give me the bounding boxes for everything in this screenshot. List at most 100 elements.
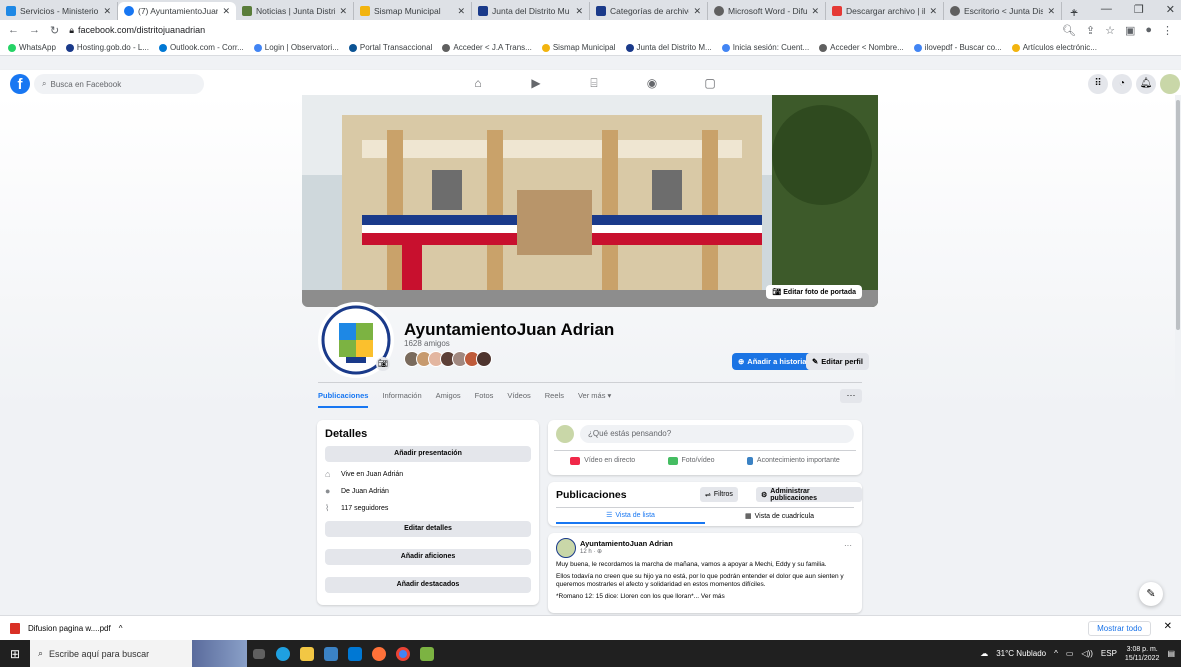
whats-on-your-mind-input[interactable]: ¿Qué estás pensando? bbox=[580, 425, 854, 443]
notifications-icon[interactable]: 🔔︎ bbox=[1136, 74, 1156, 94]
chrome-icon[interactable] bbox=[391, 640, 415, 667]
browser-tab[interactable]: Sismap Municipal ✕ bbox=[354, 2, 472, 20]
browser-tab[interactable]: Descargar archivo | il ✕ bbox=[826, 2, 944, 20]
friends-count[interactable]: 1628 amigos bbox=[404, 339, 450, 348]
close-tab-icon[interactable]: ✕ bbox=[1047, 6, 1055, 17]
volume-icon[interactable]: ◁)) bbox=[1081, 649, 1092, 658]
tray-chevron-icon[interactable]: ^ bbox=[1054, 649, 1058, 658]
url-field[interactable]: 🔒︎ facebook.com/distritojuanadrian bbox=[69, 25, 1052, 36]
add-hobbies-button[interactable]: Añadir aficiones bbox=[325, 549, 531, 565]
bookmark-item[interactable]: Inicia sesión: Cuent... bbox=[721, 43, 809, 52]
profile-icon[interactable]: ● bbox=[1145, 24, 1152, 36]
add-story-button[interactable]: ⊕ Añadir a historia bbox=[732, 353, 813, 370]
show-all-button[interactable]: Mostrar todo bbox=[1088, 621, 1151, 636]
close-tab-icon[interactable]: ✕ bbox=[457, 6, 465, 17]
life-event-button[interactable]: Acontecimiento importante bbox=[746, 456, 840, 465]
watch-icon[interactable]: ▶ bbox=[528, 76, 544, 92]
reload-icon[interactable]: ↻ bbox=[50, 24, 59, 37]
close-tab-icon[interactable]: ✕ bbox=[103, 6, 111, 17]
scrollbar-thumb[interactable] bbox=[1176, 100, 1180, 330]
zoom-icon[interactable]: 🔍︎ bbox=[1062, 24, 1076, 37]
forward-icon[interactable]: → bbox=[29, 24, 40, 36]
browser-tab[interactable]: Servicios - Ministerio ✕ bbox=[0, 2, 118, 20]
bookmark-item[interactable]: Portal Transaccional bbox=[348, 43, 432, 52]
browser-tab[interactable]: Escritorio < Junta Dis ✕ bbox=[944, 2, 1062, 20]
add-presentation-button[interactable]: Añadir presentación bbox=[325, 446, 531, 462]
facebook-logo-icon[interactable]: f bbox=[10, 74, 30, 94]
tab-informacion[interactable]: Información bbox=[382, 391, 421, 400]
app-icon[interactable] bbox=[415, 640, 439, 667]
grid-view-tab[interactable]: ▦ Vista de cuadrícula bbox=[705, 508, 854, 524]
menu-icon[interactable]: ⋮ bbox=[1162, 24, 1173, 37]
browser-tab[interactable]: Junta del Distrito Mu ✕ bbox=[472, 2, 590, 20]
bookmark-item[interactable]: Acceder < J.A Trans... bbox=[442, 43, 532, 52]
facebook-search-input[interactable]: ⌕ Busca en Facebook bbox=[34, 74, 204, 94]
close-tab-icon[interactable]: ✕ bbox=[575, 6, 583, 17]
search-highlight-image[interactable] bbox=[192, 640, 247, 667]
post-options-button[interactable]: ··· bbox=[844, 541, 852, 550]
filters-button[interactable]: ⇌ Filtros bbox=[700, 487, 738, 502]
bookmark-item[interactable]: WhatsApp bbox=[8, 43, 56, 52]
weather-icon[interactable]: ☁ bbox=[980, 649, 988, 658]
post-author[interactable]: AyuntamientoJuan Adrian bbox=[580, 539, 673, 548]
post-paragraph-see-more[interactable]: *Romano 12: 15 dice: Lloren con los que … bbox=[556, 593, 854, 602]
tab-publicaciones[interactable]: Publicaciones bbox=[318, 384, 369, 408]
bookmark-item[interactable]: Sismap Municipal bbox=[541, 43, 616, 52]
new-message-icon[interactable]: ✎ bbox=[1139, 582, 1163, 606]
camera-icon[interactable]: 📷︎ bbox=[376, 357, 390, 371]
photo-video-button[interactable]: Foto/vídeo bbox=[667, 456, 715, 465]
browser-tab[interactable]: Categorías de archivo ✕ bbox=[590, 2, 708, 20]
close-tab-icon[interactable]: ✕ bbox=[811, 6, 819, 17]
tab-amigos[interactable]: Amigos bbox=[436, 391, 461, 400]
download-options-icon[interactable]: ^ bbox=[119, 624, 123, 633]
download-file[interactable]: Difusion pagina w....pdf bbox=[28, 624, 111, 633]
friend-avatar[interactable] bbox=[476, 351, 492, 367]
close-tab-icon[interactable]: ✕ bbox=[929, 6, 937, 17]
edit-profile-button[interactable]: ✎ Editar perfil bbox=[806, 353, 869, 370]
manage-posts-button[interactable]: ⚙ Administrar publicaciones bbox=[756, 487, 862, 502]
messenger-icon[interactable]: ◔ bbox=[1112, 74, 1132, 94]
tab-search-icon[interactable]: ⌄ bbox=[1070, 3, 1079, 16]
browser-tab[interactable]: Microsoft Word - Difu ✕ bbox=[708, 2, 826, 20]
task-view-icon[interactable] bbox=[247, 640, 271, 667]
browser-tab[interactable]: Noticias | Junta Distrit ✕ bbox=[236, 2, 354, 20]
marketplace-icon[interactable]: ⌸ bbox=[586, 76, 602, 92]
weather-text[interactable]: 31°C Nublado bbox=[996, 649, 1046, 658]
maximize-icon[interactable]: ❐ bbox=[1134, 3, 1144, 16]
bookmark-item[interactable]: ilovepdf - Buscar co... bbox=[913, 43, 1002, 52]
post-timestamp[interactable]: 12 h · ⊕ bbox=[580, 548, 602, 555]
bookmark-item[interactable]: Hosting.gob.do - L... bbox=[65, 43, 149, 52]
home-icon[interactable]: ⌂ bbox=[470, 76, 486, 92]
language-indicator[interactable]: ESP bbox=[1101, 649, 1117, 658]
live-video-button[interactable]: Vídeo en directo bbox=[570, 456, 635, 465]
edit-cover-button[interactable]: 📷︎ Editar foto de portada bbox=[766, 285, 862, 299]
close-tab-icon[interactable]: ✕ bbox=[222, 6, 230, 17]
close-tab-icon[interactable]: ✕ bbox=[693, 6, 701, 17]
bookmark-item[interactable]: Login | Observatori... bbox=[253, 43, 339, 52]
taskbar-search[interactable]: ⌕ Escribe aquí para buscar bbox=[30, 640, 192, 667]
add-featured-button[interactable]: Añadir destacados bbox=[325, 577, 531, 593]
windows-start-icon[interactable]: ⊞ bbox=[0, 647, 30, 661]
groups-icon[interactable]: ◉ bbox=[644, 76, 660, 92]
list-view-tab[interactable]: ☰ Vista de lista bbox=[556, 508, 705, 524]
bookmark-star-icon[interactable]: ☆ bbox=[1105, 24, 1115, 37]
tab-fotos[interactable]: Fotos bbox=[475, 391, 494, 400]
notifications-center-icon[interactable]: ▤ bbox=[1167, 649, 1175, 658]
close-window-icon[interactable]: ✕ bbox=[1166, 3, 1175, 16]
edit-details-button[interactable]: Editar detalles bbox=[325, 521, 531, 537]
bookmark-item[interactable]: Junta del Distrito M... bbox=[625, 43, 712, 52]
more-options-button[interactable]: ··· bbox=[840, 389, 862, 403]
followers-text[interactable]: 117 seguidores bbox=[341, 505, 388, 512]
bookmark-item[interactable]: Outlook.com - Corr... bbox=[158, 43, 244, 52]
mail-icon[interactable] bbox=[343, 640, 367, 667]
close-download-bar-icon[interactable]: ✕ bbox=[1164, 621, 1172, 632]
gaming-icon[interactable]: ▢ bbox=[702, 76, 718, 92]
browser-tab-active[interactable]: (7) AyuntamientoJuan ✕ bbox=[118, 2, 236, 20]
minimize-icon[interactable]: — bbox=[1101, 3, 1112, 16]
post-author-avatar[interactable] bbox=[556, 538, 576, 558]
edge-icon[interactable] bbox=[271, 640, 295, 667]
tab-videos[interactable]: Vídeos bbox=[507, 391, 530, 400]
store-icon[interactable] bbox=[319, 640, 343, 667]
cover-photo[interactable]: 📷︎ Editar foto de portada bbox=[302, 95, 878, 307]
firefox-icon[interactable] bbox=[367, 640, 391, 667]
